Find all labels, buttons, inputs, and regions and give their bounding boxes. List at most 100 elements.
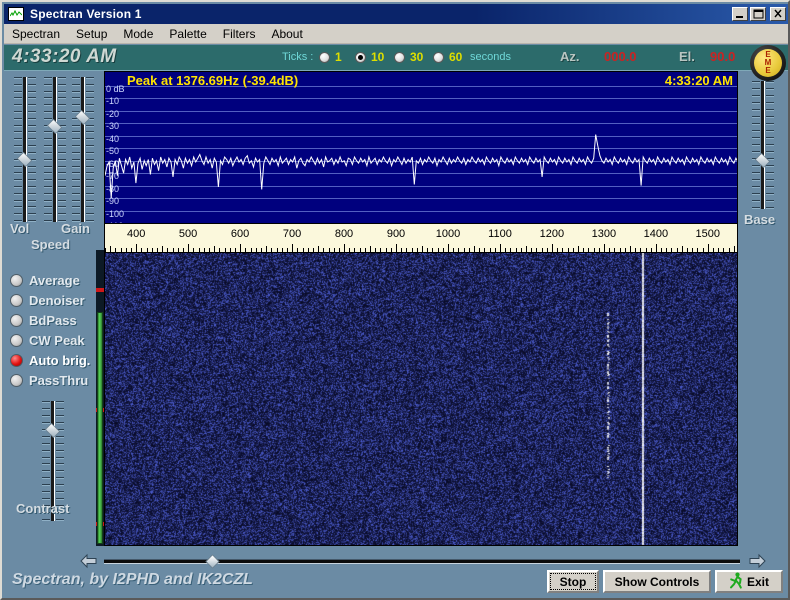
ticks-radio-30[interactable] bbox=[394, 52, 405, 63]
status-strip: 4:33:20 AM Ticks : 1 10 30 60 seconds Az… bbox=[4, 45, 788, 71]
azimuth-value: 000.0 bbox=[604, 49, 637, 64]
option-average-label: Average bbox=[29, 273, 80, 288]
frequency-tick bbox=[136, 244, 137, 252]
option-auto-brightness-radio[interactable] bbox=[10, 354, 23, 367]
frequency-tick-label: 1300 bbox=[592, 228, 616, 240]
show-controls-button[interactable]: Show Controls bbox=[603, 570, 711, 593]
frequency-tick bbox=[188, 244, 189, 252]
exit-button[interactable]: Exit bbox=[715, 570, 783, 593]
stop-button[interactable]: Stop bbox=[547, 570, 599, 593]
spectran-app-icon bbox=[8, 7, 24, 21]
option-passthru-label: PassThru bbox=[29, 373, 88, 388]
credits-text: Spectran, by I2PHD and IK2CZL bbox=[12, 571, 253, 589]
ticks-label-30: 30 bbox=[410, 50, 423, 64]
green-level-indicator bbox=[97, 312, 103, 544]
menu-bar: Spectran Setup Mode Palette Filters Abou… bbox=[4, 24, 788, 44]
elevation-label: El. bbox=[679, 49, 695, 64]
option-auto-brightness[interactable]: Auto brig. bbox=[10, 353, 90, 368]
menu-item-filters[interactable]: Filters bbox=[215, 25, 264, 43]
window-title: Spectran Version 1 bbox=[30, 7, 142, 21]
left-control-panel: Vol Speed Gain Average Denoiser BdPass C bbox=[4, 71, 92, 546]
contrast-slider-label: Contrast bbox=[16, 501, 69, 516]
menu-item-about[interactable]: About bbox=[263, 25, 310, 43]
frequency-tick bbox=[396, 244, 397, 252]
eme-logo: E M E bbox=[750, 45, 786, 81]
option-bdpass-label: BdPass bbox=[29, 313, 77, 328]
level-marker bbox=[96, 288, 104, 292]
volume-slider-label: Vol bbox=[10, 221, 29, 236]
frequency-tick-label: 1500 bbox=[696, 228, 720, 240]
menu-item-mode[interactable]: Mode bbox=[115, 25, 161, 43]
ticks-radio-1[interactable] bbox=[319, 52, 330, 63]
option-denoiser-label: Denoiser bbox=[29, 293, 85, 308]
gain-slider[interactable] bbox=[72, 77, 94, 222]
option-cw-peak-radio[interactable] bbox=[10, 334, 23, 347]
frequency-tick bbox=[552, 244, 553, 252]
frequency-tick bbox=[656, 244, 657, 252]
running-man-icon bbox=[729, 572, 743, 592]
waterfall-display[interactable] bbox=[104, 252, 738, 546]
option-average-radio[interactable] bbox=[10, 274, 23, 287]
option-auto-brightness-label: Auto brig. bbox=[29, 353, 90, 368]
frequency-scroll-thumb[interactable] bbox=[205, 554, 219, 568]
speed-slider[interactable] bbox=[44, 77, 66, 222]
frequency-scroll-track[interactable] bbox=[104, 559, 740, 564]
ticks-radio-10[interactable] bbox=[355, 52, 366, 63]
exit-button-label: Exit bbox=[747, 575, 769, 589]
speed-slider-label: Speed bbox=[31, 237, 70, 252]
option-denoiser-radio[interactable] bbox=[10, 294, 23, 307]
frequency-tick-label: 1000 bbox=[436, 228, 460, 240]
right-control-panel: Base bbox=[738, 81, 790, 241]
frequency-tick bbox=[292, 244, 293, 252]
frequency-tick bbox=[240, 244, 241, 252]
menu-item-setup[interactable]: Setup bbox=[68, 25, 115, 43]
frequency-tick-label: 400 bbox=[127, 228, 145, 240]
maximize-button[interactable] bbox=[750, 7, 766, 21]
spectrum-plot: Peak at 1376.69Hz (-39.4dB) 4:33:20 AM 0… bbox=[104, 71, 738, 224]
option-denoiser[interactable]: Denoiser bbox=[10, 293, 85, 308]
base-slider[interactable] bbox=[752, 81, 774, 209]
window-controls bbox=[732, 7, 786, 21]
base-slider-ticks bbox=[752, 81, 774, 209]
option-bdpass-radio[interactable] bbox=[10, 314, 23, 327]
frequency-tick bbox=[500, 244, 501, 252]
frequency-tick bbox=[708, 244, 709, 252]
elevation-value: 90.0 bbox=[710, 49, 735, 64]
gain-slider-ticks bbox=[72, 77, 94, 222]
azimuth-label: Az. bbox=[560, 49, 580, 64]
frequency-tick-label: 600 bbox=[231, 228, 249, 240]
frequency-tick-label: 1200 bbox=[540, 228, 564, 240]
close-button[interactable] bbox=[770, 7, 786, 21]
option-average[interactable]: Average bbox=[10, 273, 80, 288]
frequency-tick-label: 700 bbox=[283, 228, 301, 240]
option-bdpass[interactable]: BdPass bbox=[10, 313, 77, 328]
title-bar: Spectran Version 1 bbox=[4, 4, 788, 24]
minimize-button[interactable] bbox=[732, 7, 748, 21]
option-passthru[interactable]: PassThru bbox=[10, 373, 88, 388]
gain-slider-label: Gain bbox=[61, 221, 90, 236]
menu-item-palette[interactable]: Palette bbox=[161, 25, 214, 43]
frequency-tick-label: 800 bbox=[335, 228, 353, 240]
frequency-axis: 4005006007008009001000110012001300140015… bbox=[104, 224, 738, 252]
option-cw-peak[interactable]: CW Peak bbox=[10, 333, 85, 348]
menu-item-spectran[interactable]: Spectran bbox=[4, 25, 68, 43]
ticks-label-1: 1 bbox=[335, 50, 342, 64]
eme-logo-letter-e2: E bbox=[765, 67, 770, 75]
speed-slider-ticks bbox=[44, 77, 66, 222]
ticks-radio-60[interactable] bbox=[433, 52, 444, 63]
frequency-tick bbox=[604, 244, 605, 252]
option-passthru-radio[interactable] bbox=[10, 374, 23, 387]
option-cw-peak-label: CW Peak bbox=[29, 333, 85, 348]
volume-slider-ticks bbox=[14, 77, 36, 222]
spectrum-trace bbox=[105, 72, 738, 224]
frequency-tick-label: 1100 bbox=[488, 228, 512, 240]
waterfall-canvas[interactable] bbox=[105, 253, 737, 545]
clock-display: 4:33:20 AM bbox=[12, 46, 117, 68]
ticks-label-60: 60 bbox=[449, 50, 462, 64]
frequency-tick-label: 900 bbox=[387, 228, 405, 240]
volume-slider[interactable] bbox=[14, 77, 36, 222]
frequency-tick-label: 500 bbox=[179, 228, 197, 240]
spectran-window: Spectran Version 1 Spectran Setup Mode P… bbox=[0, 0, 790, 600]
spectrum-clock: 4:33:20 AM bbox=[665, 73, 733, 88]
frequency-tick bbox=[344, 244, 345, 252]
